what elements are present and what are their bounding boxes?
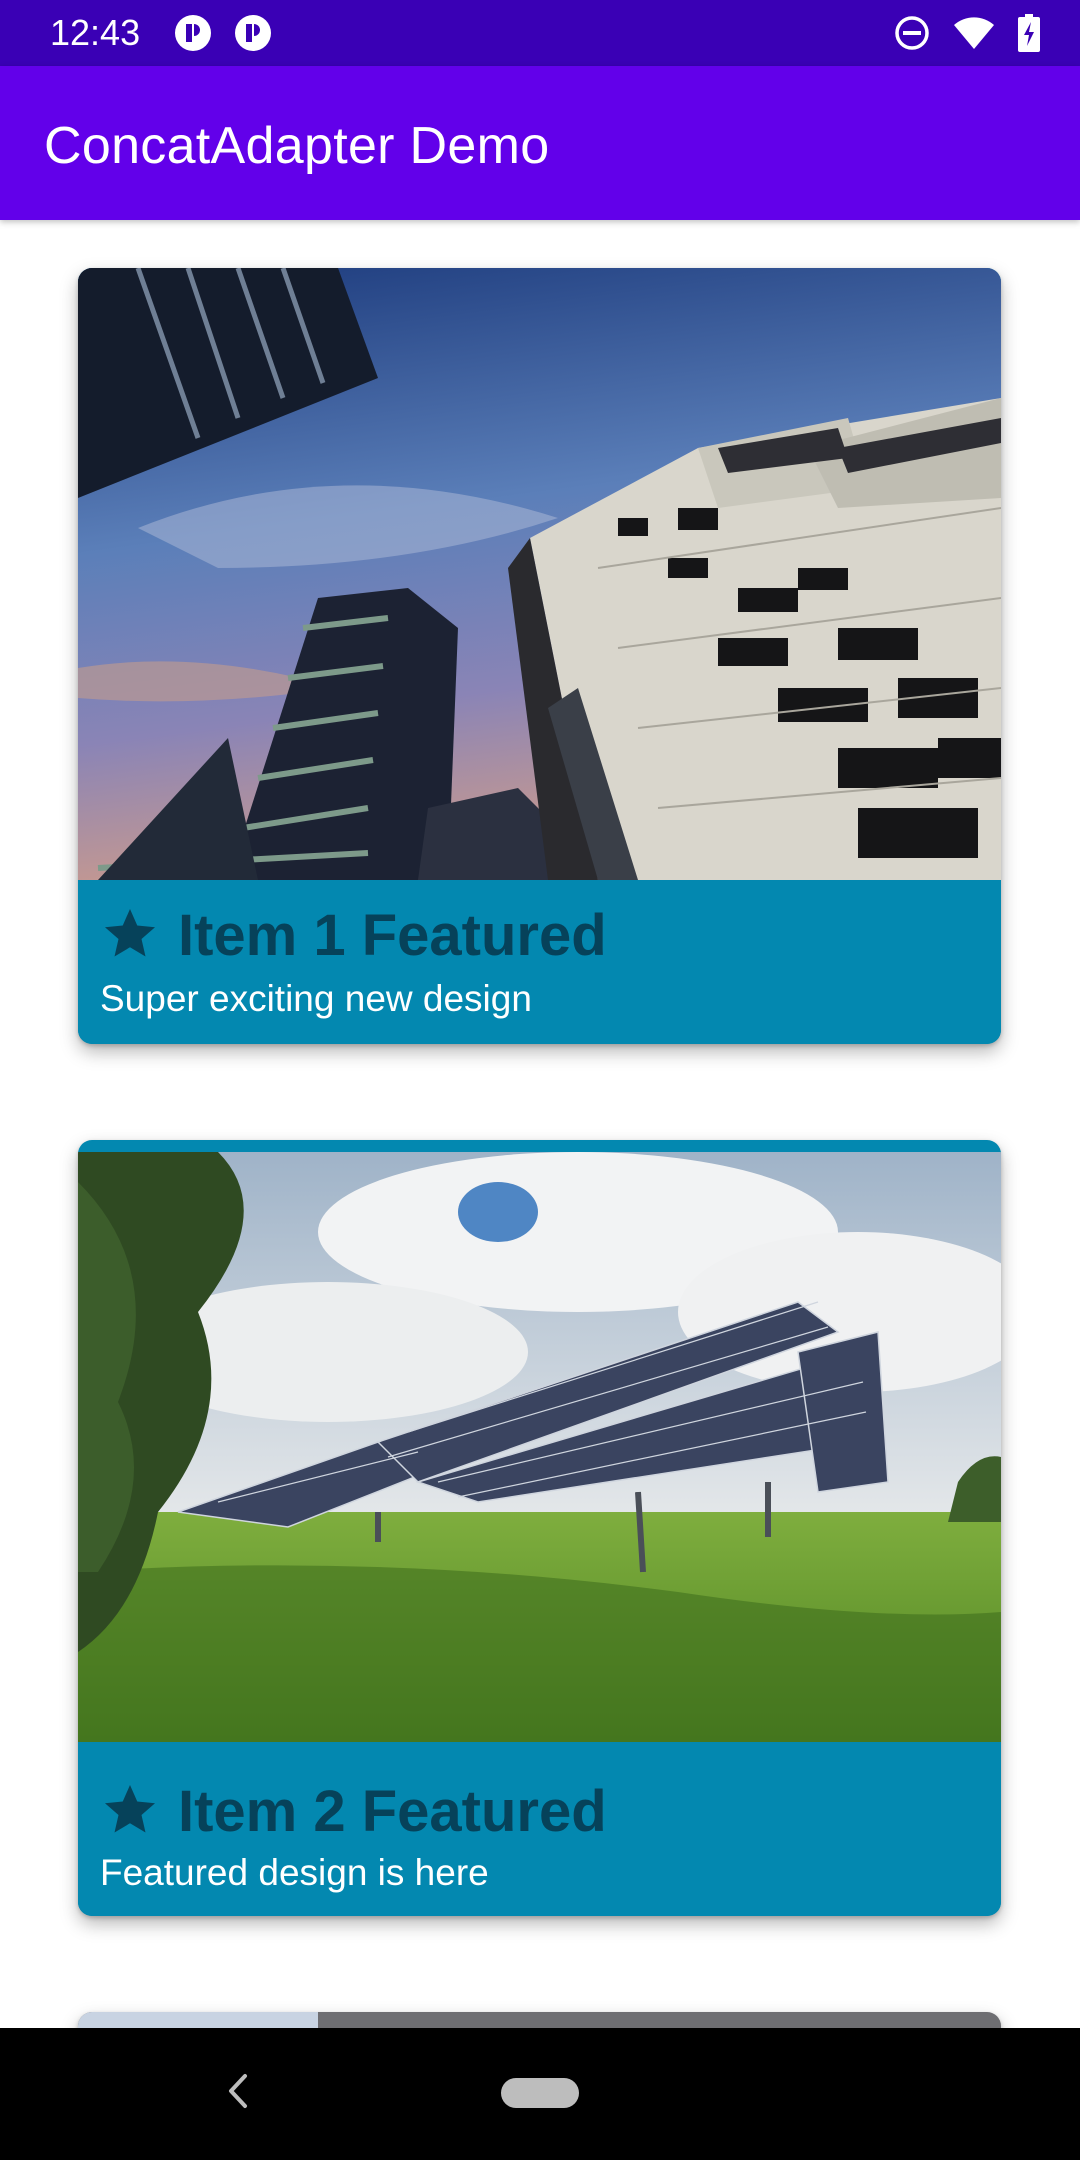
featured-card[interactable]: Item 1 Featured Super exciting new desig… — [78, 268, 1001, 1044]
star-icon — [105, 909, 155, 957]
app-notification-icon — [175, 15, 211, 51]
battery-charging-icon — [1018, 14, 1040, 52]
star-icon — [105, 1785, 155, 1833]
featured-card[interactable] — [78, 2012, 1001, 2028]
back-icon[interactable] — [225, 2072, 251, 2110]
status-time: 12:43 — [50, 12, 141, 53]
home-pill-icon[interactable] — [501, 2078, 579, 2108]
status-bar: 12:43 — [0, 0, 1080, 66]
wifi-icon — [954, 17, 994, 49]
card-subtitle: Super exciting new design — [100, 978, 532, 1019]
solar-panels-photo — [78, 1152, 1001, 1744]
recycler-list[interactable]: Item 1 Featured Super exciting new desig… — [0, 220, 1080, 2028]
app-bar: ConcatAdapter Demo — [0, 66, 1080, 220]
card-image-partial — [78, 2012, 318, 2028]
card-subtitle: Featured design is here — [100, 1852, 489, 1893]
buildings-photo — [78, 268, 1001, 880]
navigation-bar — [0, 2028, 1080, 2160]
app-notification-icon — [235, 15, 271, 51]
app-title: ConcatAdapter Demo — [44, 117, 550, 175]
featured-card[interactable]: Item 2 Featured Featured design is here — [78, 1140, 1001, 1916]
do-not-disturb-icon — [895, 16, 929, 50]
card-title: Item 2 Featured — [178, 1779, 607, 1844]
card-footer: Item 1 Featured Super exciting new desig… — [78, 880, 1001, 1044]
card-footer: Item 2 Featured Featured design is here — [78, 1742, 1001, 1916]
card-title: Item 1 Featured — [178, 903, 607, 968]
